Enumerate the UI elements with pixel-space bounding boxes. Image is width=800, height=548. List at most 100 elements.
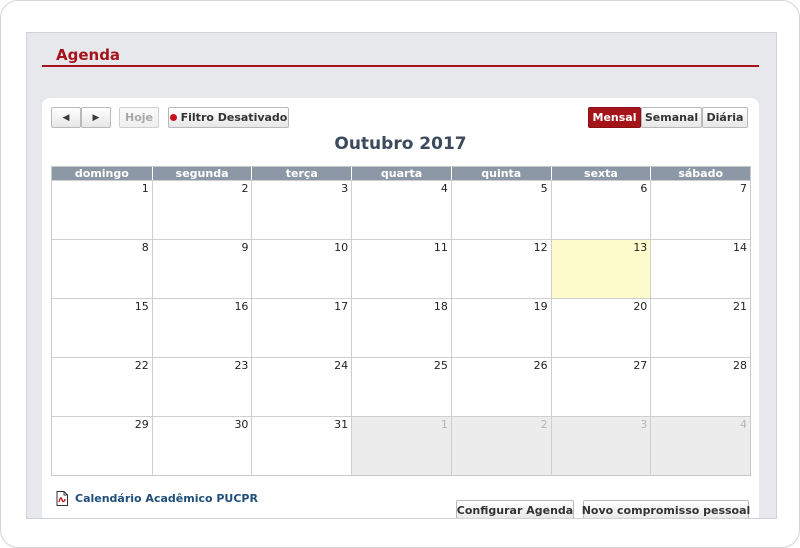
day-cell[interactable]: 3 bbox=[251, 181, 351, 239]
day-number: 29 bbox=[134, 418, 149, 431]
day-number: 14 bbox=[733, 241, 748, 254]
day-cell[interactable]: 23 bbox=[151, 358, 252, 416]
day-cell[interactable]: 29 bbox=[52, 417, 152, 475]
day-cell[interactable]: 5 bbox=[450, 181, 551, 239]
day-number: 19 bbox=[533, 300, 548, 313]
day-cell[interactable]: 26 bbox=[450, 358, 551, 416]
academic-calendar-link[interactable]: Calendário Acadêmico PUCPR bbox=[75, 492, 258, 505]
next-button[interactable]: ▶ bbox=[81, 107, 111, 128]
day-number: 20 bbox=[633, 300, 648, 313]
day-cell[interactable]: 28 bbox=[650, 358, 750, 416]
filter-button[interactable]: Filtro Desativado bbox=[168, 107, 289, 128]
pdf-link-row[interactable]: Calendário Acadêmico PUCPR bbox=[56, 491, 258, 506]
day-number: 23 bbox=[234, 359, 249, 372]
day-cell[interactable]: 11 bbox=[351, 240, 451, 298]
day-number: 21 bbox=[733, 300, 748, 313]
day-cell[interactable]: 22 bbox=[52, 358, 152, 416]
today-button[interactable]: Hoje bbox=[119, 107, 159, 128]
day-cell[interactable]: 12 bbox=[450, 240, 551, 298]
day-cell-today[interactable]: 13 bbox=[550, 240, 651, 298]
day-number: 1 bbox=[141, 182, 149, 195]
day-cell[interactable]: 21 bbox=[650, 299, 750, 357]
week-row: 1 2 3 4 5 6 7 bbox=[52, 180, 750, 239]
day-number: 4 bbox=[740, 418, 748, 431]
pdf-icon bbox=[56, 491, 68, 506]
new-appointment-button[interactable]: Novo compromisso pessoal bbox=[582, 500, 750, 518]
day-cell[interactable]: 6 bbox=[550, 181, 651, 239]
day-number: 2 bbox=[540, 418, 548, 431]
title-divider bbox=[42, 65, 759, 67]
month-title: Outubro 2017 bbox=[334, 134, 467, 154]
configure-agenda-button[interactable]: Configurar Agenda bbox=[456, 500, 574, 518]
day-cell[interactable]: 25 bbox=[351, 358, 451, 416]
left-arrow-icon: ◀ bbox=[62, 112, 70, 123]
day-cell[interactable]: 31 bbox=[251, 417, 351, 475]
day-cell[interactable]: 16 bbox=[151, 299, 252, 357]
day-number: 7 bbox=[740, 182, 748, 195]
week-row: 22 23 24 25 26 27 28 bbox=[52, 357, 750, 416]
day-number: 17 bbox=[334, 300, 349, 313]
weekday-header-cell: sábado bbox=[650, 167, 750, 180]
day-number: 26 bbox=[533, 359, 548, 372]
filter-label: Filtro Desativado bbox=[180, 111, 288, 124]
day-cell[interactable]: 1 bbox=[52, 181, 152, 239]
day-number: 12 bbox=[533, 241, 548, 254]
day-cell[interactable]: 8 bbox=[52, 240, 152, 298]
day-cell-other-month[interactable]: 3 bbox=[550, 417, 651, 475]
day-number: 15 bbox=[134, 300, 149, 313]
day-number: 22 bbox=[134, 359, 149, 372]
weekday-header-cell: domingo bbox=[74, 167, 129, 180]
weekday-header-cell: sexta bbox=[550, 167, 651, 180]
day-cell-other-month[interactable]: 4 bbox=[650, 417, 751, 475]
day-number: 27 bbox=[633, 359, 648, 372]
day-number: 8 bbox=[141, 241, 149, 254]
day-cell[interactable]: 14 bbox=[650, 240, 750, 298]
week-row: 15 16 17 18 19 20 21 bbox=[52, 298, 750, 357]
day-cell[interactable]: 30 bbox=[151, 417, 252, 475]
view-week-button[interactable]: Semanal bbox=[641, 107, 702, 128]
agenda-panel: Agenda ◀ ▶ Hoje Filtro Desativado Mensal… bbox=[26, 32, 777, 519]
day-cell[interactable]: 10 bbox=[251, 240, 351, 298]
day-cell[interactable]: 15 bbox=[52, 299, 152, 357]
day-number: 18 bbox=[433, 300, 448, 313]
day-cell-other-month[interactable]: 2 bbox=[450, 417, 551, 475]
day-number: 1 bbox=[440, 418, 448, 431]
weekday-header-cell: quarta bbox=[351, 167, 451, 180]
day-cell[interactable]: 18 bbox=[351, 299, 451, 357]
day-cell[interactable]: 24 bbox=[251, 358, 351, 416]
week-row: 8 9 10 11 12 13 14 bbox=[52, 239, 750, 298]
day-cell[interactable]: 27 bbox=[550, 358, 651, 416]
view-month-button[interactable]: Mensal bbox=[588, 107, 641, 128]
month-grid: domingo segunda terça quarta quinta sexta sába… bbox=[51, 166, 751, 476]
filter-status-dot-icon bbox=[169, 114, 177, 121]
day-cell[interactable]: 19 bbox=[450, 299, 551, 357]
previous-button[interactable]: ◀ bbox=[51, 107, 81, 128]
day-number: 30 bbox=[234, 418, 249, 431]
week-row: 29 30 31 1 2 3 4 bbox=[52, 416, 751, 475]
day-number: 9 bbox=[241, 241, 249, 254]
day-number: 25 bbox=[433, 359, 448, 372]
day-number: 16 bbox=[234, 300, 249, 313]
day-cell-other-month[interactable]: 1 bbox=[351, 417, 451, 475]
right-arrow-icon: ▶ bbox=[92, 112, 100, 123]
day-number: 3 bbox=[640, 418, 648, 431]
weekday-header-cell: segunda bbox=[151, 167, 252, 180]
day-cell[interactable]: 9 bbox=[151, 240, 252, 298]
day-number: 3 bbox=[341, 182, 349, 195]
day-cell[interactable]: 17 bbox=[251, 299, 351, 357]
day-cell[interactable]: 2 bbox=[151, 181, 252, 239]
calendar-card: ◀ ▶ Hoje Filtro Desativado Mensal Semana… bbox=[42, 98, 759, 518]
day-cell[interactable]: 4 bbox=[351, 181, 451, 239]
day-cell[interactable]: 7 bbox=[650, 181, 750, 239]
weekday-header-cell: quinta bbox=[450, 167, 551, 180]
day-number: 5 bbox=[540, 182, 548, 195]
day-number: 24 bbox=[334, 359, 349, 372]
page-title: Agenda bbox=[56, 46, 121, 64]
day-cell[interactable]: 20 bbox=[550, 299, 651, 357]
weekday-header: domingo segunda terça quarta quinta sexta sába… bbox=[52, 167, 750, 180]
day-number: 11 bbox=[433, 241, 448, 254]
day-number: 6 bbox=[640, 182, 648, 195]
view-day-button[interactable]: Diária bbox=[702, 107, 748, 128]
weekday-header-cell: terça bbox=[251, 167, 351, 180]
day-number: 2 bbox=[241, 182, 249, 195]
